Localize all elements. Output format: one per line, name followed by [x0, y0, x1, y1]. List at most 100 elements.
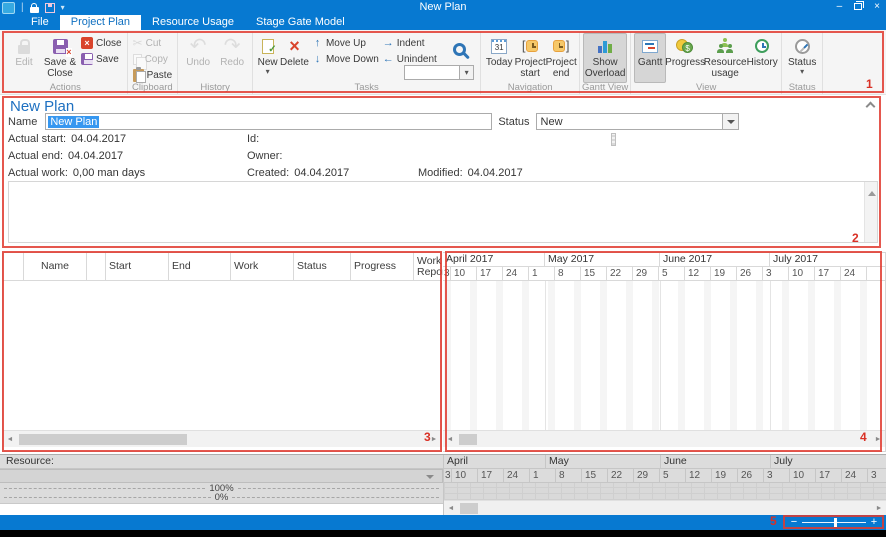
move-up-button[interactable]: ↑ Move Up — [310, 36, 381, 50]
column-header[interactable] — [3, 253, 24, 280]
redo-button[interactable]: ↷ Redo — [215, 33, 249, 83]
scrollbar-thumb[interactable] — [19, 434, 187, 445]
description-textarea[interactable] — [8, 181, 878, 243]
week-cell: 17 — [477, 267, 503, 280]
delete-task-button[interactable]: × Delete — [279, 33, 310, 83]
move-down-icon: ↓ — [312, 53, 323, 65]
ribbon-group-clipboard: ✂ Cut Copy Paste Clipboard — [128, 32, 179, 94]
app-icon — [2, 2, 15, 14]
edit-button[interactable]: Edit — [7, 33, 41, 83]
capacity-0-line: 0% — [0, 493, 443, 502]
paste-icon — [133, 69, 144, 82]
zoom-slider-track[interactable] — [802, 522, 866, 523]
unindent-button[interactable]: ← Unindent — [381, 52, 439, 66]
ribbon-tab[interactable]: File — [20, 15, 60, 30]
zoom-slider-thumb[interactable] — [834, 518, 837, 527]
project-start-icon: [ — [522, 40, 539, 52]
ribbon-tab[interactable]: Resource Usage — [141, 15, 245, 30]
zoom-in-button[interactable]: + — [866, 517, 882, 528]
move-down-button[interactable]: ↓ Move Down — [310, 52, 381, 66]
name-label: Name — [8, 116, 37, 128]
scroll-left-icon[interactable]: ◄ — [3, 432, 17, 447]
column-header[interactable]: End — [169, 253, 231, 280]
project-end-icon: ] — [553, 40, 570, 52]
close-button[interactable]: × Close — [79, 36, 124, 50]
gantt-chart-body[interactable] — [443, 281, 885, 430]
zoom-out-button[interactable]: − — [786, 517, 802, 528]
quick-access-dropdown-icon[interactable]: ▾ — [61, 3, 65, 12]
ribbon-tab[interactable]: Project Plan — [60, 15, 141, 30]
task-table-hscrollbar: ◄ ► — [3, 430, 441, 447]
save-and-close-button[interactable]: × Save & Close — [41, 33, 79, 83]
task-search-combobox[interactable]: ▾ — [404, 65, 474, 80]
column-header[interactable]: Work — [231, 253, 294, 280]
copy-button[interactable]: Copy — [131, 52, 175, 66]
quick-save-icon[interactable] — [45, 3, 55, 13]
column-header[interactable] — [87, 253, 106, 280]
save-button[interactable]: Save — [79, 52, 124, 66]
progress-view-button[interactable]: $ Progress — [666, 33, 704, 83]
resource-usage-view-button[interactable]: Resource usage — [704, 33, 746, 83]
redo-icon: ↷ — [224, 37, 241, 55]
task-table-body[interactable] — [3, 281, 441, 430]
status-value: New — [537, 116, 722, 128]
column-header[interactable]: Start — [106, 253, 169, 280]
name-input[interactable]: New Plan — [45, 113, 492, 130]
paste-button[interactable]: Paste — [131, 68, 175, 82]
gantt-chart-pane: April 2017May 2017June 2017July 2017 310… — [443, 252, 886, 452]
column-header[interactable]: Progress — [351, 253, 414, 280]
new-task-button[interactable]: ✓ New ▾ — [256, 33, 279, 83]
collapse-form-icon[interactable] — [866, 102, 876, 112]
scissors-icon: ✂ — [133, 36, 143, 50]
week-cell: 5 — [659, 267, 685, 280]
search-dropdown-icon[interactable]: ▾ — [459, 66, 473, 79]
unindent-icon: ← — [383, 53, 394, 65]
week-cell: 3 — [444, 469, 452, 482]
ribbon-group-actions: Edit × Save & Close × Close Save Actions — [4, 32, 128, 94]
scroll-right-icon[interactable]: ► — [871, 432, 885, 447]
scroll-right-icon[interactable]: ► — [872, 501, 886, 516]
gantt-view-button[interactable]: Gantt — [634, 33, 666, 83]
description-scrollbar[interactable] — [864, 182, 877, 242]
scrollbar-thumb[interactable] — [459, 434, 477, 445]
show-overload-button[interactable]: Show Overload — [583, 33, 627, 83]
week-cell: 22 — [607, 267, 633, 280]
column-header[interactable]: Name — [24, 253, 87, 280]
week-cell: 24 — [842, 469, 868, 482]
status-dropdown-arrow-icon[interactable] — [722, 114, 738, 129]
undo-icon: ↶ — [190, 37, 207, 55]
cut-button[interactable]: ✂ Cut — [131, 36, 175, 50]
status-combobox[interactable]: New — [536, 113, 739, 130]
week-cell: 24 — [504, 469, 530, 482]
column-header[interactable]: Work Reported — [414, 253, 444, 280]
name-input-selected-text: New Plan — [48, 116, 99, 128]
compass-icon — [795, 39, 810, 54]
status-button[interactable]: Status ▾ — [785, 33, 819, 83]
today-button[interactable]: 31 Today — [484, 33, 514, 83]
history-view-button[interactable]: History — [746, 33, 778, 83]
scroll-left-icon[interactable]: ◄ — [443, 432, 457, 447]
resource-week-header: 310172418152229512192631017243 — [444, 469, 886, 483]
history-clock-icon — [755, 39, 769, 53]
indent-button[interactable]: → Indent — [381, 36, 439, 50]
minimize-button[interactable]: – — [837, 1, 843, 13]
column-header[interactable]: Status — [294, 253, 351, 280]
group-label-navigation: Navigation — [481, 82, 579, 93]
group-label-clipboard: Clipboard — [128, 82, 178, 93]
undo-button[interactable]: ↶ Undo — [181, 33, 215, 83]
id-field-icon — [611, 133, 616, 146]
ribbon-tab[interactable]: Stage Gate Model — [245, 15, 356, 30]
scroll-right-icon[interactable]: ► — [427, 432, 441, 447]
close-icon: × — [81, 37, 93, 49]
scroll-left-icon[interactable]: ◄ — [444, 501, 458, 516]
created-value: 04.04.2017 — [294, 167, 349, 179]
month-cell: May — [546, 455, 661, 468]
zoom-control: − + — [786, 516, 882, 528]
project-end-button[interactable]: ] Project end — [546, 33, 576, 83]
close-window-button[interactable]: × — [874, 1, 880, 13]
restore-button[interactable] — [854, 3, 862, 10]
resource-combobox[interactable] — [0, 469, 443, 483]
project-start-button[interactable]: [ Project start — [514, 33, 546, 83]
task-search-input[interactable] — [405, 66, 459, 79]
scrollbar-thumb[interactable] — [460, 503, 478, 514]
